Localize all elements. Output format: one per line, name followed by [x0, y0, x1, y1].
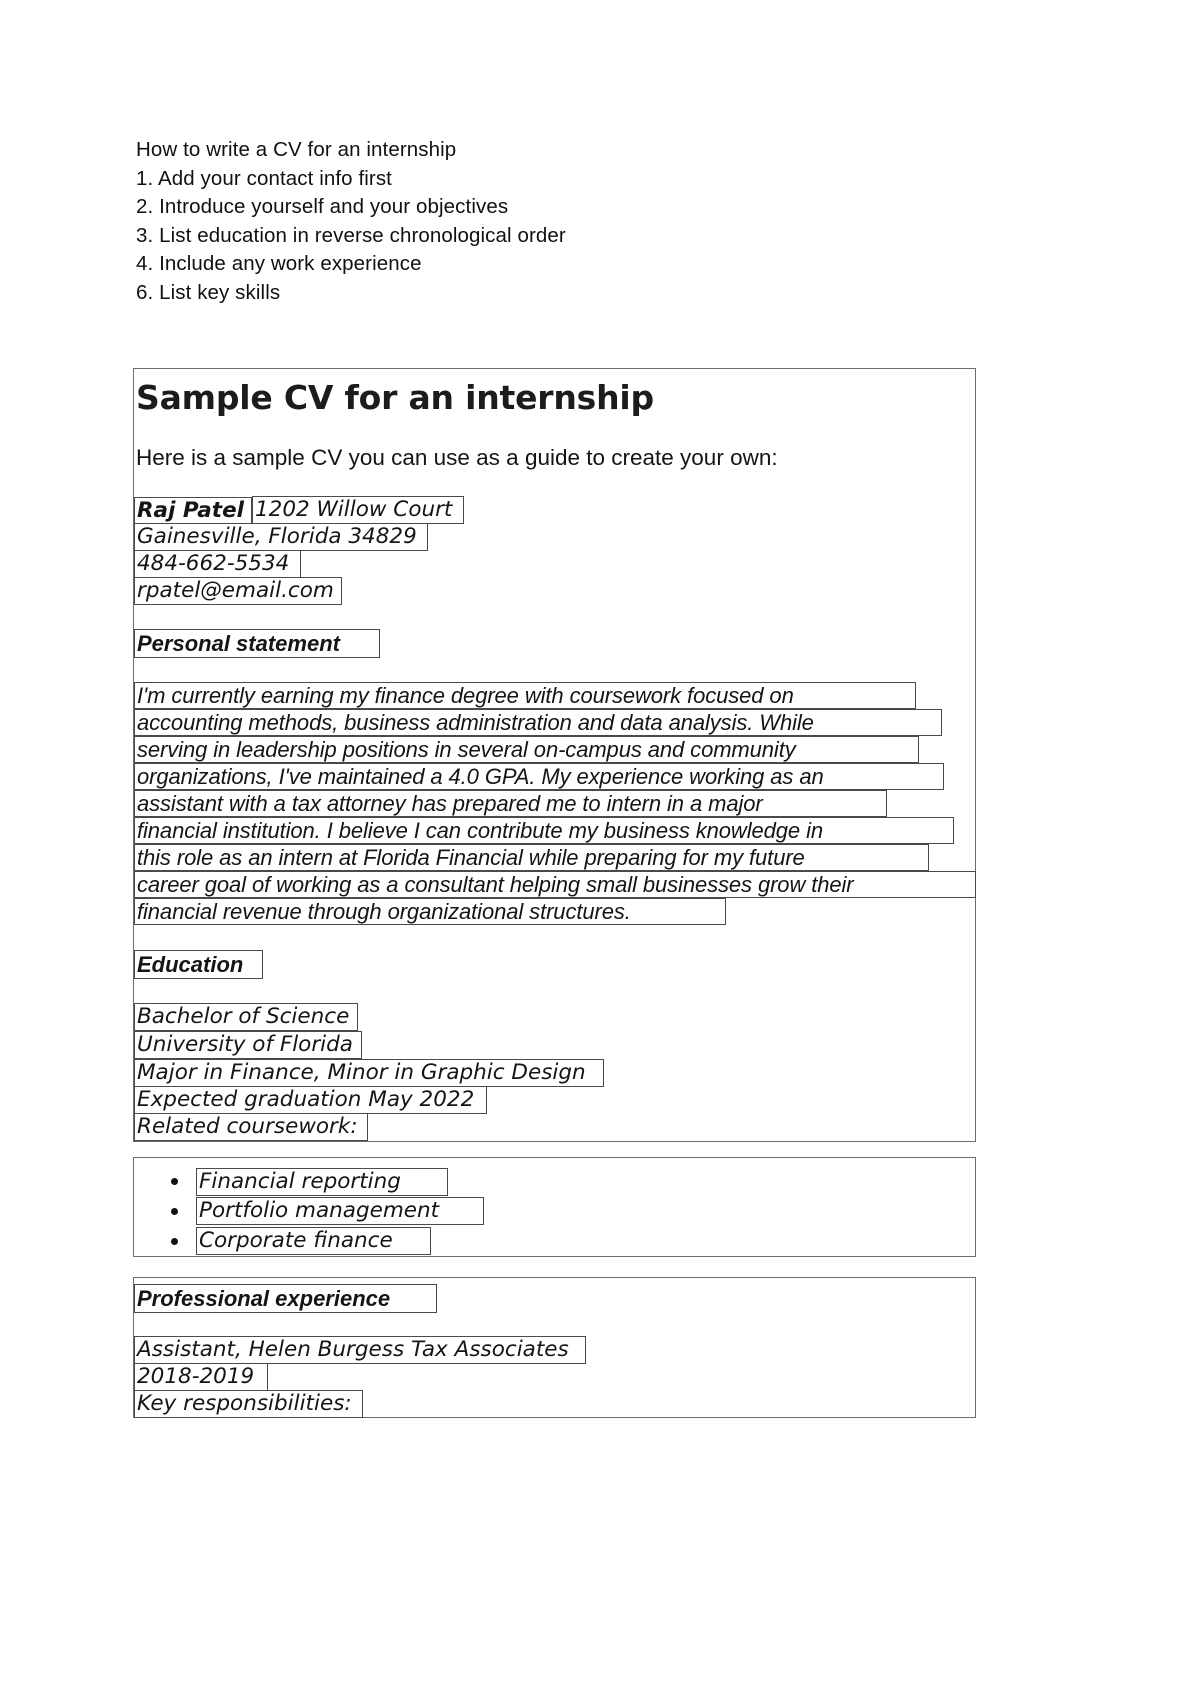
- education-line: Expected graduation May 2022: [134, 1086, 487, 1114]
- bullet-point-icon: [171, 1238, 178, 1245]
- experience-line: Key responsibilities:: [134, 1390, 363, 1418]
- instruction-line: 1. Add your contact info first: [136, 166, 392, 190]
- education-line: University of Florida: [134, 1031, 362, 1059]
- education-line: Major in Finance, Minor in Graphic Desig…: [134, 1059, 604, 1087]
- personal-statement-line: serving in leadership positions in sever…: [134, 736, 919, 763]
- personal-statement-line: I'm currently earning my finance degree …: [134, 682, 916, 709]
- experience-heading: Professional experience: [134, 1284, 437, 1313]
- cv-phone: 484-662-5534: [134, 550, 301, 578]
- personal-statement-line: this role as an intern at Florida Financ…: [134, 844, 929, 871]
- cv-name: Raj Patel: [134, 497, 252, 524]
- instruction-line: 2. Introduce yourself and your objective…: [136, 195, 509, 219]
- personal-statement-line: assistant with a tax attorney has prepar…: [134, 790, 887, 817]
- instruction-line: How to write a CV for an internship: [136, 138, 457, 161]
- education-heading: Education: [134, 950, 263, 979]
- personal-statement-line: accounting methods, business administrat…: [134, 709, 942, 736]
- experience-line: 2018-2019: [134, 1363, 268, 1391]
- personal-statement-line: financial revenue through organizational…: [134, 898, 726, 925]
- coursework-bullet-item: Financial reporting: [196, 1168, 448, 1196]
- cv-address-street: 1202 Willow Court: [252, 496, 464, 524]
- cv-email: rpatel@email.com: [134, 577, 342, 605]
- document-page: How to write a CV for an internship 1. A…: [0, 0, 1200, 1698]
- instruction-line: 6. List key skills: [136, 280, 281, 304]
- instruction-line: 3. List education in reverse chronologic…: [136, 223, 566, 247]
- personal-statement-line: career goal of working as a consultant h…: [134, 871, 976, 898]
- instruction-list: How to write a CV for an internship 1. A…: [136, 136, 936, 308]
- cv-intro-text: Here is a sample CV you can use as a gui…: [136, 445, 778, 470]
- personal-statement-line: financial institution. I believe I can c…: [134, 817, 954, 844]
- education-line: Bachelor of Science: [134, 1003, 358, 1031]
- coursework-bullet-item: Portfolio management: [196, 1197, 484, 1225]
- experience-line: Assistant, Helen Burgess Tax Associates: [134, 1336, 586, 1364]
- personal-statement-heading: Personal statement: [134, 629, 380, 658]
- bullet-point-icon: [171, 1208, 178, 1215]
- bullet-point-icon: [171, 1178, 178, 1185]
- cv-title: Sample CV for an internship: [136, 378, 654, 417]
- cv-address-city: Gainesville, Florida 34829: [134, 523, 428, 551]
- coursework-bullet-item: Corporate finance: [196, 1227, 431, 1255]
- instruction-line: 4. Include any work experience: [136, 252, 422, 276]
- personal-statement-line: organizations, I've maintained a 4.0 GPA…: [134, 763, 944, 790]
- education-line: Related coursework:: [134, 1113, 368, 1141]
